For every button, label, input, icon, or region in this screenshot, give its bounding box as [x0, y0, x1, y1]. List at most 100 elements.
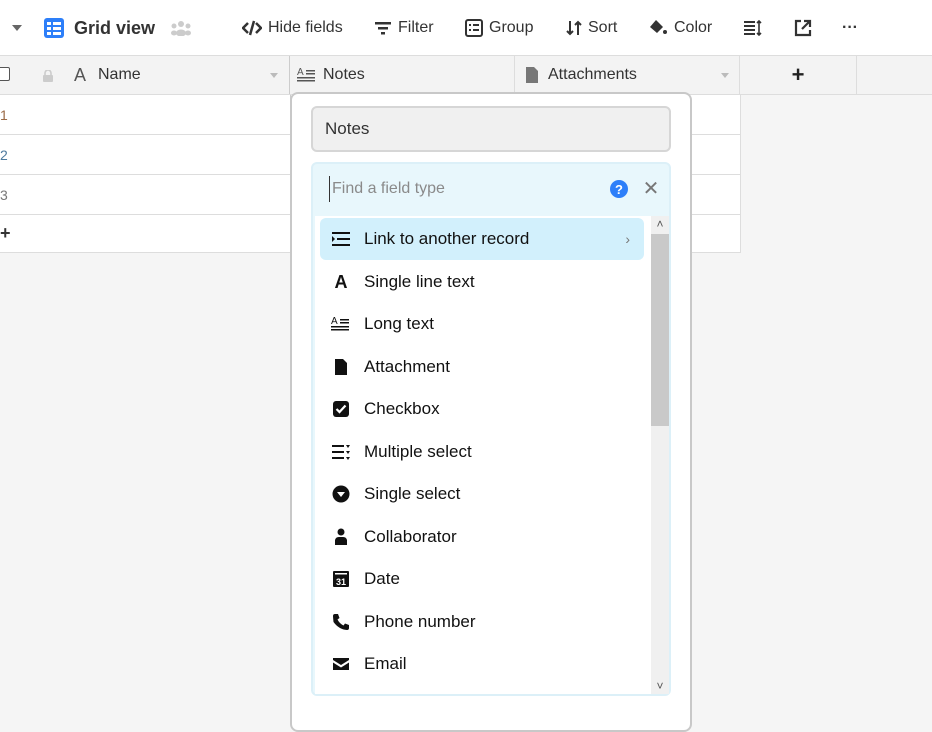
field-type-search: ? ✕: [313, 164, 669, 214]
single-line-text-icon: A: [334, 271, 348, 292]
column-menu-caret-icon[interactable]: [720, 72, 730, 80]
field-type-label: Phone number: [364, 612, 476, 631]
column-header-notes[interactable]: A Notes: [290, 56, 515, 94]
row-number: 3: [0, 186, 8, 203]
field-type-label: Long text: [364, 314, 434, 333]
field-name-value: Notes: [325, 119, 370, 138]
more-options-button[interactable]: ···: [842, 0, 858, 56]
group-button[interactable]: Group: [465, 0, 533, 56]
more-icon: ···: [842, 19, 858, 36]
column-menu-caret-icon[interactable]: [269, 72, 279, 80]
view-switcher[interactable]: Grid view: [44, 0, 155, 56]
share-view-button[interactable]: [170, 0, 198, 56]
color-button[interactable]: Color: [648, 0, 712, 56]
field-type-label: Attachment: [364, 357, 450, 376]
field-type-label: Collaborator: [364, 527, 457, 546]
multiple-select-icon: [330, 441, 352, 463]
sort-label: Sort: [588, 19, 618, 36]
field-type-label: Checkbox: [364, 399, 440, 418]
view-name: Grid view: [74, 17, 156, 38]
date-icon: 31: [330, 568, 352, 590]
long-text-icon: A: [297, 67, 315, 82]
chevron-right-icon: ›: [625, 231, 630, 247]
field-type-single-select[interactable]: Single select: [320, 473, 644, 515]
field-type-list: Link to another record › A Single line t…: [315, 216, 651, 694]
attachment-icon: [330, 356, 352, 378]
add-field-button[interactable]: +: [740, 56, 857, 94]
field-type-date[interactable]: 31 Date: [320, 558, 644, 600]
scroll-down-icon[interactable]: ˅: [651, 678, 669, 694]
filter-icon: [375, 22, 391, 35]
grid-divider: [740, 95, 741, 253]
field-type-multiple-select[interactable]: Multiple select: [320, 431, 644, 473]
column-notes-label: Notes: [323, 66, 365, 83]
hide-fields-label: Hide fields: [268, 19, 343, 36]
field-type-label: Link to another record: [364, 229, 530, 248]
close-icon[interactable]: ✕: [641, 178, 661, 200]
field-type-email[interactable]: Email: [320, 643, 644, 685]
color-label: Color: [674, 19, 713, 36]
filter-button[interactable]: Filter: [374, 0, 434, 56]
field-type-picker: ? ✕ Link to another record › A Single li…: [311, 162, 671, 696]
column-header-attachments[interactable]: Attachments: [515, 56, 740, 94]
share-button[interactable]: [794, 0, 818, 56]
attachment-icon: [526, 67, 538, 83]
filter-label: Filter: [398, 19, 434, 36]
field-type-link-record[interactable]: Link to another record ›: [320, 218, 644, 260]
hide-fields-button[interactable]: Hide fields: [242, 0, 343, 56]
single-select-icon: [330, 483, 352, 505]
field-type-label: Multiple select: [364, 442, 472, 461]
field-type-single-line-text[interactable]: A Single line text: [320, 261, 644, 303]
column-attachments-label: Attachments: [548, 66, 637, 83]
hide-fields-icon: [242, 20, 262, 36]
long-text-icon: A: [330, 313, 352, 335]
phone-icon: [330, 611, 352, 633]
paint-bucket-icon: [650, 20, 667, 34]
grid-view-icon: [44, 18, 64, 38]
view-menu-caret[interactable]: [10, 0, 30, 56]
help-icon[interactable]: ?: [610, 180, 628, 198]
field-type-collaborator[interactable]: Collaborator: [320, 516, 644, 558]
lock-icon: [43, 70, 53, 82]
field-type-label: Date: [364, 569, 400, 588]
field-name-input[interactable]: Notes: [311, 106, 671, 152]
link-record-icon: [330, 228, 352, 250]
field-type-label: Single line text: [364, 272, 475, 291]
svg-text:31: 31: [336, 577, 346, 587]
field-config-popup: Notes ? ✕ Link to another record › A Sin…: [290, 92, 692, 732]
external-link-icon: [794, 19, 812, 37]
row-height-icon: [744, 19, 762, 37]
field-type-label: Single select: [364, 484, 461, 503]
select-all-checkbox[interactable]: [0, 67, 10, 81]
svg-text:A: A: [297, 67, 304, 78]
group-label: Group: [489, 19, 534, 36]
sort-button[interactable]: Sort: [566, 0, 617, 56]
field-type-search-input[interactable]: [329, 176, 589, 202]
collaborator-icon: [330, 526, 352, 548]
column-name-label: Name: [98, 66, 141, 83]
single-line-text-icon: A: [74, 64, 87, 85]
column-header-name[interactable]: A Name: [0, 56, 290, 94]
group-icon: [465, 19, 483, 37]
email-icon: [330, 653, 352, 675]
field-type-label: Email: [364, 654, 407, 673]
field-type-phone-number[interactable]: Phone number: [320, 601, 644, 643]
row-number: 2: [0, 146, 8, 163]
collaborators-icon: [171, 21, 191, 36]
field-type-list-scrollbar[interactable]: ˄ ˅: [651, 216, 669, 694]
field-type-long-text[interactable]: A Long text: [320, 303, 644, 345]
caret-down-icon: [12, 25, 22, 31]
row-height-button[interactable]: [743, 0, 769, 56]
grid-header: A Name A Notes Attachments +: [0, 56, 932, 95]
scroll-up-icon[interactable]: ˄: [651, 216, 669, 232]
checkbox-icon: [330, 398, 352, 420]
field-type-attachment[interactable]: Attachment: [320, 346, 644, 388]
scrollbar-thumb[interactable]: [651, 234, 669, 426]
plus-icon: +: [791, 62, 805, 87]
view-toolbar: Grid view Hide fields Filter Group Sort …: [0, 0, 932, 56]
plus-icon: +: [0, 223, 11, 243]
row-number: 1: [0, 106, 8, 123]
field-type-checkbox[interactable]: Checkbox: [320, 388, 644, 430]
svg-text:A: A: [331, 316, 338, 327]
sort-icon: [566, 20, 582, 36]
